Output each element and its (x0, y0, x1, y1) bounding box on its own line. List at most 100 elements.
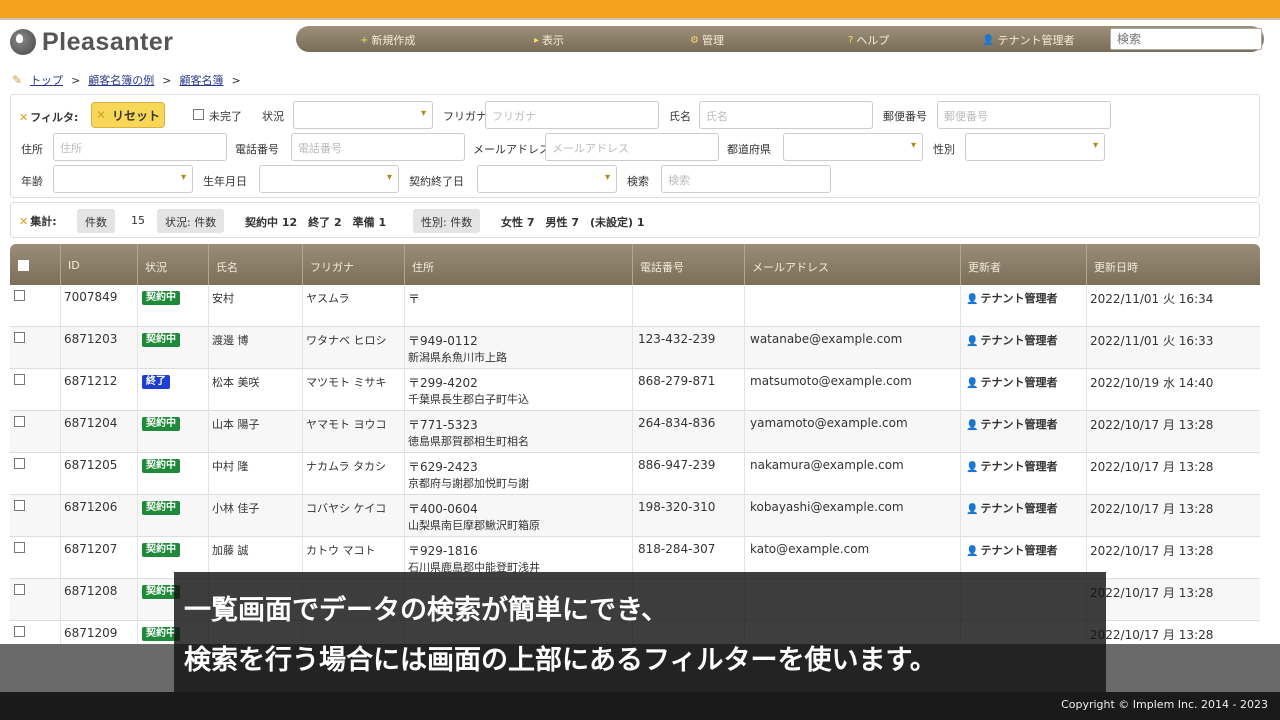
column-divider (1086, 369, 1087, 411)
cell-name: 小林 佳子 (212, 502, 260, 515)
cell-updated: 2022/10/17 月 13:28 (1090, 586, 1214, 600)
contract-end-label: 契約終了日 (409, 175, 464, 188)
gender-select[interactable] (965, 133, 1105, 161)
row-checkbox[interactable] (14, 416, 25, 427)
column-divider (632, 327, 633, 369)
column-header-status[interactable]: 状況 (145, 259, 167, 275)
column-header-phone[interactable]: 電話番号 (640, 259, 684, 275)
cell-id: 6871208 (64, 584, 118, 598)
filter-panel: ✕フィルタ: ✕リセット 未完了 状況 フリガナ フリガナ 氏名 氏名 郵便番号… (10, 94, 1260, 198)
column-header-kana[interactable]: フリガナ (310, 259, 354, 275)
cell-zip: 〒771-5323 (408, 418, 478, 432)
column-divider (1086, 327, 1087, 369)
cell-name: 松本 美咲 (212, 376, 260, 389)
row-checkbox[interactable] (14, 500, 25, 511)
breadcrumb-customers[interactable]: 顧客名簿 (180, 72, 224, 88)
age-select[interactable] (53, 165, 193, 193)
row-checkbox[interactable] (14, 290, 25, 301)
name-input[interactable]: 氏名 (699, 101, 873, 129)
column-header-id[interactable]: ID (68, 259, 80, 272)
status-select[interactable] (293, 101, 433, 129)
email-input[interactable]: メールアドレス (545, 133, 719, 161)
cell-updater: 👤 テナント管理者 (966, 418, 1058, 431)
column-divider (60, 537, 61, 579)
furigana-input[interactable]: フリガナ (485, 101, 659, 129)
column-divider (137, 369, 138, 411)
column-divider (404, 285, 405, 327)
close-icon[interactable]: ✕ (19, 215, 28, 228)
nav-view[interactable]: ▸ 表示 (534, 32, 564, 48)
row-checkbox[interactable] (14, 626, 25, 637)
table-row[interactable]: 6871212 終了 松本 美咲 マツモト ミサキ 〒299-4202 千葉県長生郡白子町… (10, 369, 1260, 411)
cell-phone: 198-320-310 (638, 500, 716, 514)
row-checkbox[interactable] (14, 542, 25, 553)
column-divider (208, 327, 209, 369)
column-header-name[interactable]: 氏名 (216, 259, 238, 275)
column-divider (60, 453, 61, 495)
breadcrumb-top[interactable]: トップ (30, 72, 63, 88)
cell-updated: 2022/10/17 月 13:28 (1090, 628, 1214, 642)
table-row[interactable]: 6871204 契約中 山本 陽子 ヤマモト ヨウコ 〒771-5323 徳島県那賀郡相生… (10, 411, 1260, 453)
incomplete-checkbox[interactable] (193, 109, 204, 120)
aggregation-title: ✕ 集計: (19, 215, 57, 228)
pencil-icon: ✎ (12, 73, 23, 87)
prefecture-select[interactable] (783, 133, 923, 161)
nav-manage[interactable]: ⚙ 管理 (690, 32, 724, 48)
status-count-chip[interactable]: 状況: 件数 (157, 209, 225, 233)
cell-updated: 2022/10/17 月 13:28 (1090, 544, 1214, 558)
cell-id: 6871209 (64, 626, 118, 640)
nav-new[interactable]: + 新規作成 (360, 32, 415, 48)
phone-input[interactable]: 電話番号 (291, 133, 465, 161)
postal-input[interactable]: 郵便番号 (937, 101, 1111, 129)
column-header-updated[interactable]: 更新日時 (1094, 259, 1138, 275)
cell-updater: 👤 テナント管理者 (966, 376, 1058, 389)
column-divider (744, 327, 745, 369)
nav-search-input[interactable] (1110, 28, 1262, 50)
close-icon[interactable]: ✕ (19, 111, 28, 124)
furigana-label: フリガナ (443, 110, 487, 123)
row-checkbox[interactable] (14, 332, 25, 343)
row-checkbox[interactable] (14, 458, 25, 469)
age-label: 年齢 (21, 175, 43, 188)
cell-kana: ナカムラ タカシ (306, 460, 386, 473)
cell-name: 加藤 誠 (212, 544, 249, 557)
breadcrumb-example[interactable]: 顧客名簿の例 (88, 72, 154, 88)
copyright-footer: Copyright © Implem Inc. 2014 - 2023 (0, 692, 1280, 720)
table-row[interactable]: 7007849 契約中 安村 ヤスムラ 〒 👤 テナント管理者 2022/11/01 火 16… (10, 285, 1260, 327)
table-row[interactable]: 6871206 契約中 小林 佳子 コバヤシ ケイコ 〒400-0604 山梨県南巨摩郡鰍… (10, 495, 1260, 537)
column-divider (137, 495, 138, 537)
row-checkbox[interactable] (14, 584, 25, 595)
row-checkbox[interactable] (14, 374, 25, 385)
logo-text: Pleasanter (42, 27, 174, 56)
select-all-checkbox[interactable] (18, 260, 29, 271)
gender-count-chip[interactable]: 性別: 件数 (413, 209, 481, 233)
table-row[interactable]: 6871205 契約中 中村 隆 ナカムラ タカシ 〒629-2423 京都府与謝郡加悦町… (10, 453, 1260, 495)
cell-address: 山梨県南巨摩郡鰍沢町箱原 (408, 519, 540, 532)
table-row[interactable]: 6871203 契約中 渡邊 博 ワタナベ ヒロシ 〒949-0112 新潟県糸魚川市上路… (10, 327, 1260, 369)
search-input[interactable]: 検索 (661, 165, 831, 193)
cell-id: 6871212 (64, 374, 118, 388)
cell-id: 6871203 (64, 332, 118, 346)
nav-user[interactable]: 👤 テナント管理者 (982, 32, 1074, 48)
column-header-address[interactable]: 住所 (412, 259, 434, 275)
count-chip[interactable]: 件数 (77, 209, 115, 233)
cell-kana: マツモト ミサキ (306, 376, 387, 389)
cell-updated: 2022/10/17 月 13:28 (1090, 418, 1214, 432)
nav-help[interactable]: ? ヘルプ (848, 32, 889, 48)
contract-end-select[interactable] (477, 165, 617, 193)
column-header-updater[interactable]: 更新者 (968, 259, 1001, 275)
reset-button[interactable]: ✕ リセット (91, 102, 165, 128)
address-input[interactable]: 住所 (53, 133, 227, 161)
column-divider (302, 285, 303, 327)
column-divider (404, 369, 405, 411)
email-label: メールアドレス (473, 143, 550, 156)
birthday-select[interactable] (259, 165, 399, 193)
grid-header: ID 状況 氏名 フリガナ 住所 電話番号 メールアドレス 更新者 更新日時 (10, 244, 1260, 285)
cell-zip: 〒629-2423 (408, 460, 478, 474)
column-divider (960, 327, 961, 369)
column-header-email[interactable]: メールアドレス (752, 259, 829, 275)
name-label: 氏名 (669, 110, 691, 123)
column-divider (60, 369, 61, 411)
app-logo[interactable]: Pleasanter (10, 27, 173, 57)
column-divider (960, 285, 961, 327)
